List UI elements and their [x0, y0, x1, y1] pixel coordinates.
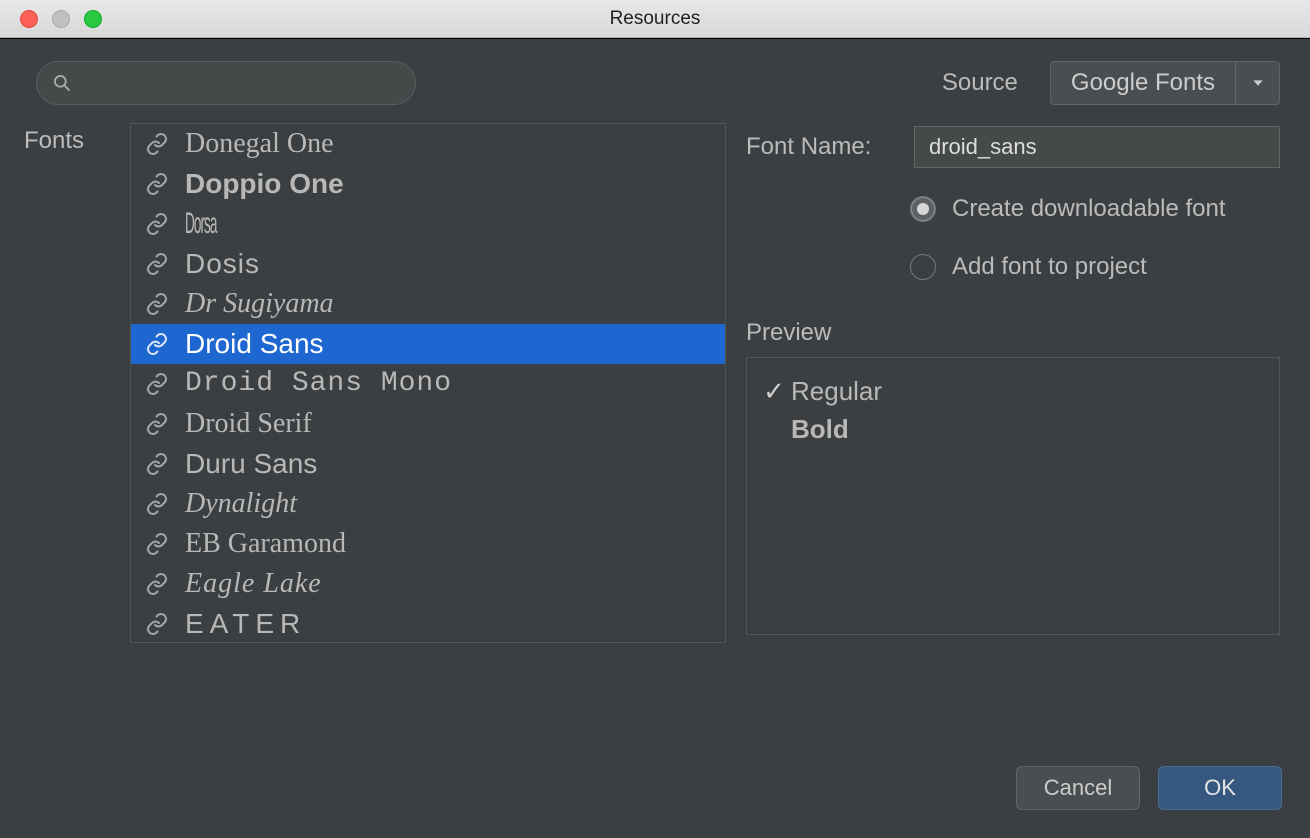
font-list-item-name: Droid Serif — [185, 410, 312, 438]
link-icon — [145, 412, 169, 436]
check-icon: ✓ — [763, 376, 785, 407]
preview-style-row[interactable]: Bold — [763, 410, 1263, 448]
link-icon — [145, 532, 169, 556]
font-list-item[interactable]: Droid Sans Mono — [131, 364, 725, 404]
details-column: Font Name: Create downloadable font Add … — [746, 123, 1280, 742]
close-window-button[interactable] — [20, 10, 38, 28]
link-icon — [145, 372, 169, 396]
link-icon — [145, 172, 169, 196]
font-list[interactable]: Donegal One Doppio One Dorsa Dosis Dr Sugiya… — [130, 123, 726, 643]
font-list-item[interactable]: Doppio One — [131, 164, 725, 204]
font-name-label: Font Name: — [746, 133, 896, 161]
font-name-row: Font Name: — [746, 123, 1280, 171]
link-icon — [145, 452, 169, 476]
link-icon — [145, 332, 169, 356]
mid-section: Fonts Donegal One Doppio One Dorsa Dosis Dr … — [0, 105, 1310, 742]
window-title: Resources — [0, 8, 1310, 30]
top-row: Source Google Fonts — [0, 39, 1310, 105]
link-icon — [145, 492, 169, 516]
font-list-item[interactable]: Duru Sans — [131, 444, 725, 484]
radio-add-project[interactable] — [910, 254, 936, 280]
font-list-item-name: Dr Sugiyama — [185, 290, 334, 318]
dialog-footer: Cancel OK — [0, 742, 1310, 838]
source-dropdown[interactable]: Google Fonts — [1050, 61, 1280, 105]
radio-add-project-label: Add font to project — [952, 253, 1147, 281]
cancel-button[interactable]: Cancel — [1016, 766, 1140, 810]
font-list-item-name: EATER — [185, 610, 306, 638]
preview-style-name: Bold — [791, 414, 849, 445]
search-input[interactable] — [36, 61, 416, 105]
link-icon — [145, 252, 169, 276]
preview-style-row[interactable]: ✓Regular — [763, 372, 1263, 410]
font-list-item-name: Donegal One — [185, 130, 334, 158]
font-list-item-name: Doppio One — [185, 170, 344, 198]
font-list-item[interactable]: Dorsa — [131, 204, 725, 244]
font-list-item-name: Dorsa — [185, 209, 217, 239]
font-list-item[interactable]: Droid Serif — [131, 404, 725, 444]
minimize-window-button[interactable] — [52, 10, 70, 28]
radio-downloadable-row[interactable]: Create downloadable font — [910, 185, 1280, 233]
font-list-item[interactable]: Dr Sugiyama — [131, 284, 725, 324]
link-icon — [145, 132, 169, 156]
search-icon — [52, 73, 72, 93]
link-icon — [145, 572, 169, 596]
source-label: Source — [942, 69, 1018, 97]
font-list-item[interactable]: Dynalight — [131, 484, 725, 524]
preview-label: Preview — [746, 319, 1280, 347]
titlebar: Resources — [0, 0, 1310, 38]
font-list-item[interactable]: Eagle Lake — [131, 564, 725, 604]
chevron-down-icon — [1235, 62, 1279, 104]
radio-downloadable-label: Create downloadable font — [952, 195, 1226, 223]
search-field-wrap — [36, 61, 416, 105]
font-name-input[interactable] — [914, 126, 1280, 168]
radio-downloadable[interactable] — [910, 196, 936, 222]
font-list-item-name: Droid Sans — [185, 330, 324, 358]
source-dropdown-value: Google Fonts — [1051, 69, 1235, 97]
window-controls — [0, 10, 102, 28]
font-list-item[interactable]: Dosis — [131, 244, 725, 284]
link-icon — [145, 212, 169, 236]
link-icon — [145, 612, 169, 636]
font-list-item[interactable]: EATER — [131, 604, 725, 643]
ok-button[interactable]: OK — [1158, 766, 1282, 810]
font-list-item-name: Dosis — [185, 250, 260, 278]
preview-style-name: Regular — [791, 376, 882, 407]
radio-add-project-row[interactable]: Add font to project — [910, 243, 1280, 291]
font-list-item-name: EB Garamond — [185, 530, 346, 558]
link-icon — [145, 292, 169, 316]
font-list-item-name: Dynalight — [185, 490, 297, 518]
font-list-item[interactable]: Donegal One — [131, 124, 725, 164]
font-list-item-name: Droid Sans Mono — [185, 370, 452, 398]
fonts-label: Fonts — [24, 123, 110, 742]
preview-box: ✓Regular Bold — [746, 357, 1280, 635]
font-list-item[interactable]: Droid Sans — [131, 324, 725, 364]
maximize-window-button[interactable] — [84, 10, 102, 28]
dialog-panel: Source Google Fonts Fonts Donegal One Dop… — [0, 38, 1310, 838]
font-list-item-name: Eagle Lake — [185, 570, 322, 598]
font-list-item[interactable]: EB Garamond — [131, 524, 725, 564]
font-list-item-name: Duru Sans — [185, 450, 317, 478]
